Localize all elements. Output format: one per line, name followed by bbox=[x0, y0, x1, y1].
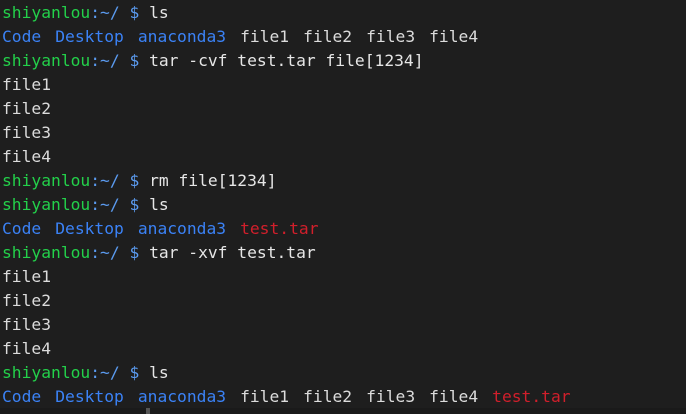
prompt-user: shiyanlou bbox=[2, 243, 91, 262]
command-line: shiyanlou:~/ $ ls bbox=[0, 193, 686, 217]
output-line: file4 bbox=[0, 337, 686, 361]
directory-entry: Desktop bbox=[55, 219, 124, 238]
output-line: Code Desktop anaconda3 file1 file2 file3 file4 bbox=[0, 25, 686, 49]
directory-entry: Desktop bbox=[55, 27, 124, 46]
command-text: ls bbox=[149, 195, 169, 214]
prompt-user: shiyanlou bbox=[2, 195, 91, 214]
command-line: shiyanlou:~/ $ ls bbox=[0, 1, 686, 25]
output-line: Code Desktop anaconda3 test.tar bbox=[0, 217, 686, 241]
directory-entry: anaconda3 bbox=[137, 219, 227, 238]
output-line: file4 bbox=[0, 145, 686, 169]
prompt-path: :~/ $ bbox=[90, 51, 150, 70]
terminal-window[interactable]: shiyanlou:~/ $ ls Code Desktop anaconda3 fil… bbox=[0, 0, 686, 414]
file-entry: file4 bbox=[429, 27, 479, 46]
file-entry: file2 bbox=[303, 387, 353, 406]
output-text: file2 bbox=[2, 99, 52, 118]
output-text: file3 bbox=[2, 315, 52, 334]
output-line: file3 bbox=[0, 313, 686, 337]
file-entry: file1 bbox=[240, 27, 290, 46]
file-entry: file3 bbox=[366, 387, 416, 406]
prompt-user: shiyanlou bbox=[2, 363, 91, 382]
prompt-user: shiyanlou bbox=[2, 3, 91, 22]
output-line: file1 bbox=[0, 73, 686, 97]
output-line: file1 bbox=[0, 265, 686, 289]
directory-entry: Code bbox=[2, 27, 42, 46]
text-cursor bbox=[146, 408, 150, 414]
file-entry: file3 bbox=[366, 27, 416, 46]
file-entry: file1 bbox=[240, 387, 290, 406]
output-text: file3 bbox=[2, 123, 52, 142]
command-line: shiyanlou:~/ $ tar -cvf test.tar file[12… bbox=[0, 49, 686, 73]
output-text: file2 bbox=[2, 291, 52, 310]
directory-entry: Code bbox=[2, 387, 42, 406]
directory-entry: anaconda3 bbox=[137, 27, 227, 46]
prompt-user: shiyanlou bbox=[2, 171, 91, 190]
file-entry: file4 bbox=[429, 387, 479, 406]
output-text: file4 bbox=[2, 147, 52, 166]
command-line: shiyanlou:~/ $ rm file[1234] bbox=[0, 169, 686, 193]
output-line: Code Desktop anaconda3 file1 file2 file3 file4… bbox=[0, 385, 686, 409]
archive-entry: test.tar bbox=[240, 219, 319, 238]
command-line: shiyanlou:~/ $ ls bbox=[0, 361, 686, 385]
command-text: tar -xvf test.tar bbox=[149, 243, 316, 262]
output-text: file1 bbox=[2, 267, 52, 286]
command-line: shiyanlou:~/ $ tar -xvf test.tar bbox=[0, 241, 686, 265]
directory-entry: Desktop bbox=[55, 387, 124, 406]
command-text: tar -cvf test.tar file[1234] bbox=[149, 51, 424, 70]
terminal-bottom-edge bbox=[0, 408, 686, 414]
output-line: file2 bbox=[0, 97, 686, 121]
command-text: ls bbox=[149, 3, 169, 22]
file-entry: file2 bbox=[303, 27, 353, 46]
output-text: file4 bbox=[2, 339, 52, 358]
prompt-path: :~/ $ bbox=[90, 195, 150, 214]
directory-entry: Code bbox=[2, 219, 42, 238]
output-line: file2 bbox=[0, 289, 686, 313]
output-text: file1 bbox=[2, 75, 52, 94]
command-text: rm file[1234] bbox=[149, 171, 277, 190]
archive-entry: test.tar bbox=[492, 387, 571, 406]
command-text: ls bbox=[149, 363, 169, 382]
prompt-user: shiyanlou bbox=[2, 51, 91, 70]
prompt-path: :~/ $ bbox=[90, 363, 150, 382]
directory-entry: anaconda3 bbox=[137, 387, 227, 406]
prompt-path: :~/ $ bbox=[90, 171, 150, 190]
prompt-path: :~/ $ bbox=[90, 3, 150, 22]
output-line: file3 bbox=[0, 121, 686, 145]
prompt-path: :~/ $ bbox=[90, 243, 150, 262]
